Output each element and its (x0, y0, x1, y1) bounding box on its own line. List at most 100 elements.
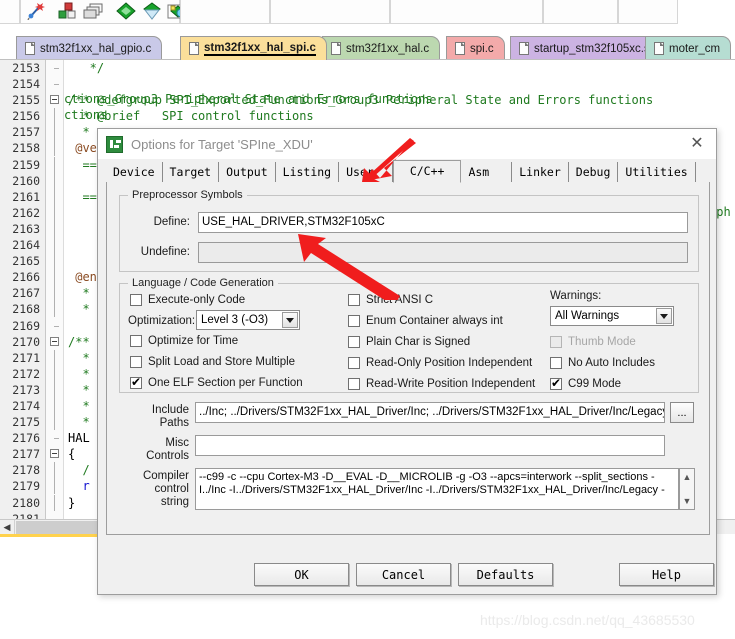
document-tab-2[interactable]: stm32f1xx_hal.c (322, 36, 441, 60)
checkbox-execute-only-code[interactable]: Execute-only Code (130, 294, 245, 306)
tab-user[interactable]: User (339, 162, 393, 182)
checkbox-split-load-store-multiple[interactable]: Split Load and Store Multiple (130, 356, 295, 368)
tab-asm[interactable]: Asm (461, 162, 513, 182)
target-options-icon[interactable] (115, 1, 137, 22)
checkbox-one-elf-section-per-function[interactable]: One ELF Section per Function (130, 375, 303, 389)
warnings-select[interactable]: All Warnings (550, 306, 674, 326)
document-tab-5[interactable]: moter_cm (645, 36, 732, 60)
checkbox-box[interactable] (348, 294, 360, 306)
checkbox-box[interactable] (130, 356, 142, 368)
tab-utilities[interactable]: Utilities (618, 162, 696, 182)
checkbox-plain-char-is-signed[interactable]: Plain Char is Signed (348, 336, 470, 348)
compiler-string-scrollbar[interactable]: ▲ ▼ (679, 468, 695, 510)
optimization-select[interactable]: Level 3 (-O3) (196, 310, 300, 330)
define-input[interactable]: USE_HAL_DRIVER,STM32F105xC (198, 212, 688, 233)
compiler-control-string[interactable]: --c99 -c --cpu Cortex-M3 -D__EVAL -D__MI… (195, 468, 679, 510)
tab-listing[interactable]: Listing (276, 162, 340, 182)
file-icon (189, 42, 199, 55)
code-line[interactable]: */ (64, 60, 735, 76)
ok-button[interactable]: OK (254, 563, 349, 586)
misc-controls-input[interactable] (195, 435, 665, 456)
fold-collapse-icon[interactable] (50, 95, 59, 105)
scroll-left-arrow-icon[interactable]: ◀ (0, 520, 15, 535)
fold-guide-line (54, 397, 55, 414)
tab-output[interactable]: Output (219, 162, 276, 182)
include-paths-browse-button[interactable]: ... (670, 402, 694, 423)
tab-device[interactable]: Device (106, 162, 163, 182)
fold-marker[interactable] (46, 92, 63, 108)
checkbox-read-write-position-independent[interactable]: Read-Write Position Independent (348, 378, 535, 390)
checkbox-strict-ansi-c[interactable]: Strict ANSI C (348, 294, 433, 306)
line-number: 2161 (12, 189, 40, 204)
checkbox-label: Plain Char is Signed (366, 336, 471, 348)
line-number: 2178 (12, 463, 40, 478)
help-button[interactable]: Help (619, 563, 714, 586)
document-tab-1[interactable]: stm32f1xx_hal_spi.c (180, 36, 327, 60)
chevron-down-icon[interactable] (656, 308, 672, 324)
tab-label: Target (169, 164, 212, 179)
tab-target[interactable]: Target (163, 162, 220, 182)
options-dialog[interactable]: Options for Target 'SPIne_XDU' ✕ Device … (97, 128, 717, 595)
checkbox-box[interactable] (348, 336, 360, 348)
checkbox-box[interactable] (130, 335, 142, 347)
checkbox-optimize-for-time[interactable]: Optimize for Time (130, 335, 238, 347)
checkbox-label: Read-Only Position Independent (366, 357, 533, 369)
line-number: 2179 (12, 479, 40, 494)
chevron-down-icon[interactable] (282, 312, 298, 328)
dialog-tab-strip[interactable]: Device Target Output Listing User C/C++ … (106, 160, 710, 183)
code-folding-column[interactable] (46, 60, 64, 519)
dialog-title-bar[interactable]: Options for Target 'SPIne_XDU' ✕ (98, 129, 716, 159)
manage-components-icon[interactable] (141, 1, 163, 22)
dialog-tab-panel: Preprocessor Symbols Define: USE_HAL_DRI… (106, 182, 710, 535)
checkbox-box[interactable] (348, 357, 360, 369)
undefine-input[interactable] (198, 242, 688, 263)
close-icon[interactable]: ✕ (684, 133, 710, 155)
checkbox-enum-container-always-int[interactable]: Enum Container always int (348, 315, 503, 327)
fold-marker (46, 188, 63, 205)
batch-build-icon[interactable] (83, 2, 105, 22)
defaults-button[interactable]: Defaults (458, 563, 553, 586)
checkbox-no-auto-includes[interactable]: No Auto Includes (550, 357, 655, 369)
line-number: 2167 (12, 286, 40, 301)
checkbox-box[interactable] (550, 357, 562, 369)
checkbox-box[interactable] (348, 378, 360, 390)
include-paths-input[interactable]: ../Inc; ../Drivers/STM32F1xx_HAL_Driver/… (195, 402, 665, 423)
fold-marker (46, 76, 63, 92)
code-line-2156-overflow: ctions (64, 108, 108, 123)
cancel-button[interactable]: Cancel (356, 563, 451, 586)
fold-marker (46, 108, 63, 125)
fold-collapse-icon[interactable] (50, 336, 59, 346)
line-number: 2175 (12, 415, 40, 430)
tab-linker[interactable]: Linker (512, 162, 569, 182)
fold-marker[interactable] (46, 446, 63, 462)
document-tab-4[interactable]: startup_stm32f105xc.s (510, 36, 661, 60)
checkbox-read-only-position-independent[interactable]: Read-Only Position Independent (348, 357, 532, 369)
code-line[interactable] (64, 76, 735, 92)
line-number: 2157 (12, 125, 40, 140)
line-number: 2162 (12, 205, 40, 220)
checkbox-box[interactable] (130, 294, 142, 306)
tab-debug[interactable]: Debug (569, 162, 619, 182)
fold-collapse-icon[interactable] (50, 449, 59, 459)
scroll-down-arrow-icon[interactable]: ▼ (683, 496, 692, 506)
checkbox-c99-mode[interactable]: C99 Mode (550, 376, 621, 390)
tab-label: Linker (519, 164, 561, 179)
fold-marker (46, 365, 63, 382)
line-number: 2159 (12, 157, 40, 172)
fold-marker (46, 301, 63, 318)
checkbox-box[interactable] (130, 375, 142, 389)
scroll-up-arrow-icon[interactable]: ▲ (683, 472, 692, 482)
build-target-icon[interactable] (57, 2, 79, 22)
document-tab-3[interactable]: spi.c (446, 36, 505, 60)
include-paths-label-line2: Paths (159, 417, 189, 429)
include-paths-label-line1: Include (151, 404, 189, 416)
checkbox-box[interactable] (348, 315, 360, 327)
wand-icon[interactable] (27, 2, 47, 22)
fold-marker[interactable] (46, 334, 63, 350)
checkbox-box[interactable] (550, 376, 562, 390)
document-tab-0[interactable]: stm32f1xx_hal_gpio.c (16, 36, 163, 60)
code-line[interactable]: * @brief SPI control functions (64, 108, 735, 124)
fold-guide-line (54, 301, 55, 318)
fold-guide-line (54, 253, 55, 270)
tab-c-cpp[interactable]: C/C++ (392, 160, 462, 183)
